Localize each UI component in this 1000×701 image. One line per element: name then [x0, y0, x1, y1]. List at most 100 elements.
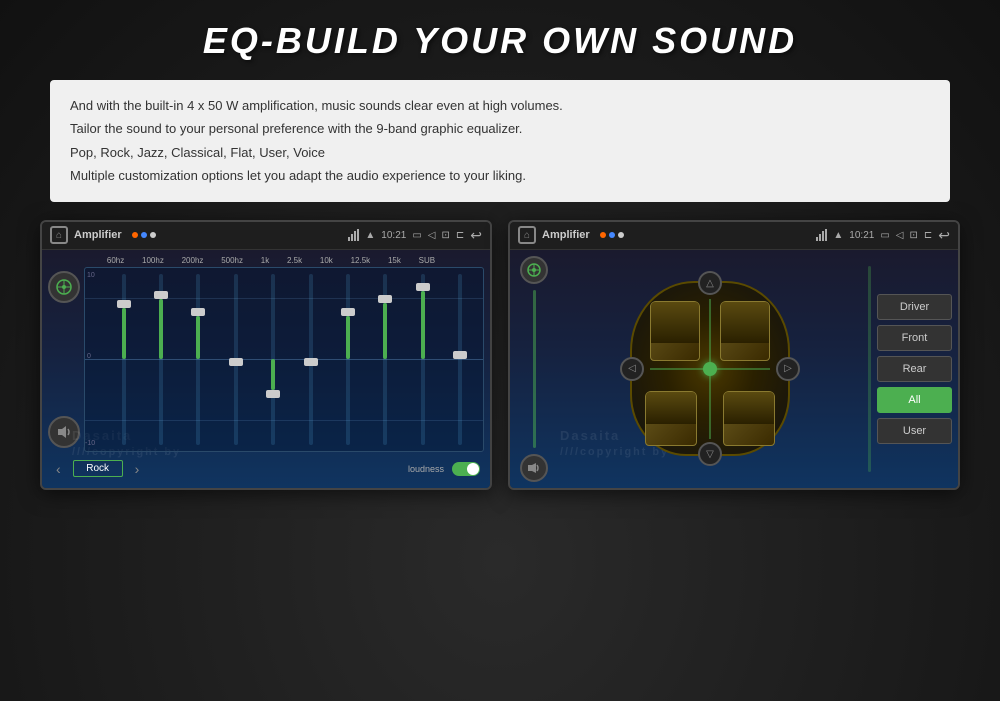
eq-slider-6[interactable]: [309, 274, 313, 445]
amp-status-dot-white: [618, 232, 624, 238]
eq-preset-label: Rock: [73, 460, 123, 477]
amp-back-button[interactable]: ↩: [938, 227, 950, 244]
amp-wifi-icon: ▲: [833, 230, 843, 241]
eq-speaker-button[interactable]: [48, 416, 80, 448]
eq-time: 10:21: [381, 230, 406, 241]
slider-2-handle[interactable]: [154, 291, 168, 299]
screens-row: ⌂ Amplifier ▲ 10:21 ▭: [40, 220, 960, 490]
eq-prev-button[interactable]: ‹: [52, 459, 65, 479]
content-wrapper: EQ-BUILD YOUR OWN SOUND And with the bui…: [0, 0, 1000, 701]
nav-right-button[interactable]: ▷: [776, 357, 800, 381]
amp-status-right: ▲ 10:21 ▭ ◁ ⊡ ⊏ ↩: [816, 227, 950, 244]
eq-slider-2[interactable]: [159, 274, 163, 445]
amp-screen-body: Dasaita////copyright by: [510, 250, 958, 488]
slider-1-fill: [122, 308, 126, 359]
driver-button[interactable]: Driver: [877, 294, 952, 320]
slider-10-handle[interactable]: [453, 351, 467, 359]
eq-slider-4[interactable]: [234, 274, 238, 445]
slider-5-handle[interactable]: [266, 390, 280, 398]
seat-back-rr: [724, 392, 774, 424]
rear-button[interactable]: Rear: [877, 356, 952, 382]
car-visualization: △ ▽ ◁ ▷: [620, 271, 800, 466]
eq-chart-area: 10 0 -10: [84, 267, 484, 452]
eq-label-4: 500hz: [221, 256, 243, 265]
eq-screen: ⌂ Amplifier ▲ 10:21 ▭: [40, 220, 492, 490]
eq-slider-7[interactable]: [346, 274, 350, 445]
slider-8-fill: [383, 303, 387, 359]
desc-line-3: Pop, Rock, Jazz, Classical, Flat, User, …: [70, 141, 930, 164]
nav-down-button[interactable]: ▽: [698, 442, 722, 466]
desc-line-2: Tailor the sound to your personal prefer…: [70, 117, 930, 140]
description-block: And with the built-in 4 x 50 W amplifica…: [50, 80, 950, 202]
seat-front-right: [720, 301, 770, 361]
all-button[interactable]: All: [877, 387, 952, 413]
slider-9-handle[interactable]: [416, 283, 430, 291]
user-button[interactable]: User: [877, 418, 952, 444]
eq-label-6: 2.5k: [287, 256, 302, 265]
eq-content: 10 0 -10: [48, 267, 484, 452]
eq-status-right: ▲ 10:21 ▭ ◁ ⊡ ⊏ ↩: [348, 227, 482, 244]
eq-screen-body: Dasaita////copyright by 60hz 100hz 200hz…: [42, 250, 490, 488]
loudness-toggle[interactable]: [452, 462, 480, 476]
eq-slider-9[interactable]: [421, 274, 425, 445]
desc-line-4: Multiple customization options let you a…: [70, 164, 930, 187]
slider-3-fill: [196, 316, 200, 359]
eq-app-label: Amplifier: [74, 229, 122, 241]
eq-slider-3[interactable]: [196, 274, 200, 445]
amp-tune-button[interactable]: [520, 256, 548, 284]
eq-label-9: 15k: [388, 256, 401, 265]
amp-right-buttons: Driver Front Rear All User: [877, 256, 952, 482]
eq-labels-row: 60hz 100hz 200hz 500hz 1k 2.5k 10k 12.5k…: [48, 256, 484, 265]
link-icon: ⊏: [456, 230, 464, 241]
slider-3-handle[interactable]: [191, 308, 205, 316]
eq-status-bar: ⌂ Amplifier ▲ 10:21 ▭: [42, 222, 490, 250]
status-dot-orange: [132, 232, 138, 238]
amp-speaker-button[interactable]: [520, 454, 548, 482]
screen-icon: ⊡: [441, 230, 449, 241]
eq-status-icons: [132, 232, 156, 238]
amp-status-dot-orange: [600, 232, 606, 238]
amp-app-label: Amplifier: [542, 229, 590, 241]
eq-next-button[interactable]: ›: [131, 459, 144, 479]
eq-slider-5[interactable]: [271, 274, 275, 445]
loudness-label: loudness: [408, 464, 444, 474]
amp-screen-icon: ⊡: [909, 230, 917, 241]
nav-left-button[interactable]: ◁: [620, 357, 644, 381]
seat-back-fl: [651, 302, 699, 343]
status-dot-white: [150, 232, 156, 238]
scale-top: 10: [87, 272, 95, 279]
nav-up-button[interactable]: △: [698, 271, 722, 295]
slider-6-handle[interactable]: [304, 358, 318, 366]
cam-icon: ▭: [412, 230, 421, 241]
home-icon[interactable]: ⌂: [50, 226, 68, 244]
amp-time: 10:21: [849, 230, 874, 241]
eq-slider-1[interactable]: [122, 274, 126, 445]
amp-status-bar: ⌂ Amplifier ▲ 10:21 ▭: [510, 222, 958, 250]
amp-home-icon[interactable]: ⌂: [518, 226, 536, 244]
signal-bars: [348, 229, 359, 241]
eq-slider-10[interactable]: [458, 274, 462, 445]
amp-link-icon: ⊏: [924, 230, 932, 241]
eq-label-7: 10k: [320, 256, 333, 265]
slider-7-handle[interactable]: [341, 308, 355, 316]
page-title: EQ-BUILD YOUR OWN SOUND: [203, 20, 797, 62]
slider-9-fill: [421, 291, 425, 359]
amp-left-controls: [516, 256, 552, 482]
scale-bot: -10: [85, 440, 95, 447]
toggle-track[interactable]: [452, 462, 480, 476]
eq-slider-8[interactable]: [383, 274, 387, 445]
desc-line-1: And with the built-in 4 x 50 W amplifica…: [70, 94, 930, 117]
eq-sliders: [105, 274, 479, 445]
slider-8-handle[interactable]: [378, 295, 392, 303]
vol-icon: ◁: [428, 230, 436, 241]
eq-label-10: SUB: [419, 256, 435, 265]
back-button[interactable]: ↩: [470, 227, 482, 244]
toggle-knob: [467, 463, 479, 475]
slider-2-fill: [159, 299, 163, 359]
front-button[interactable]: Front: [877, 325, 952, 351]
eq-label-1: 60hz: [107, 256, 124, 265]
slider-1-handle[interactable]: [117, 300, 131, 308]
slider-4-handle[interactable]: [229, 358, 243, 366]
slider-5-fill: [271, 359, 275, 390]
eq-tune-button[interactable]: [48, 271, 80, 303]
